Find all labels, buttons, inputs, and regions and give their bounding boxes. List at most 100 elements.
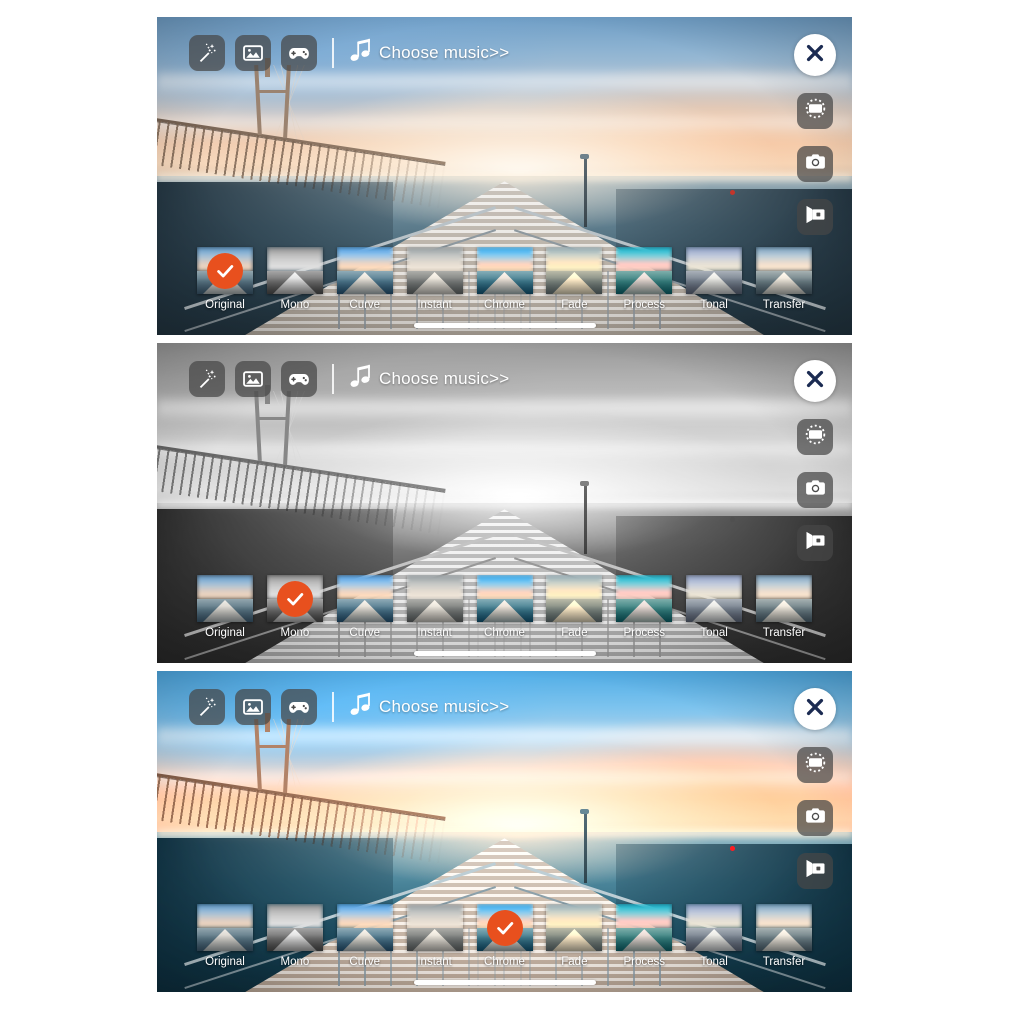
filter-thumbnail[interactable] xyxy=(616,247,673,294)
close-button[interactable] xyxy=(794,360,836,402)
filter-item-original[interactable]: Original xyxy=(195,575,255,639)
filter-item-transfer[interactable]: Transfer xyxy=(754,247,814,311)
filter-thumbnail[interactable] xyxy=(686,904,743,951)
game-button[interactable] xyxy=(281,35,317,71)
photo-icon xyxy=(242,696,264,718)
filter-strip: Original Mono Curve Instant Chrome Fade … xyxy=(195,247,814,311)
filter-item-instant[interactable]: Instant xyxy=(405,575,465,639)
filter-item-fade[interactable]: Fade xyxy=(544,904,604,968)
music-note-icon xyxy=(349,37,375,70)
filter-item-transfer[interactable]: Transfer xyxy=(754,904,814,968)
choose-music-button[interactable]: Choose music>> xyxy=(349,37,509,70)
editor-panel-original: Choose music>> Original Mono Curve Insta… xyxy=(157,17,852,335)
filter-label: Mono xyxy=(280,299,310,311)
filter-item-transfer[interactable]: Transfer xyxy=(754,575,814,639)
filter-item-chrome[interactable]: Chrome xyxy=(475,575,535,639)
filter-thumbnail[interactable] xyxy=(476,247,533,294)
filter-item-tonal[interactable]: Tonal xyxy=(684,247,744,311)
filter-thumbnail[interactable] xyxy=(266,247,323,294)
video-button[interactable] xyxy=(797,199,833,235)
close-icon xyxy=(804,368,826,395)
filter-thumbnail[interactable] xyxy=(197,575,253,622)
filter-thumbnail[interactable] xyxy=(406,247,463,294)
filter-thumbnail[interactable] xyxy=(197,904,253,951)
filter-item-instant[interactable]: Instant xyxy=(405,247,465,311)
game-button[interactable] xyxy=(281,361,317,397)
filter-label: Fade xyxy=(561,299,588,311)
filter-thumbnail[interactable] xyxy=(616,575,673,622)
filter-item-tonal[interactable]: Tonal xyxy=(684,575,744,639)
filter-thumbnail[interactable] xyxy=(616,904,673,951)
filter-item-curve[interactable]: Curve xyxy=(335,575,395,639)
filter-label: Transfer xyxy=(762,299,806,311)
toolbar-divider xyxy=(332,38,334,68)
filter-label: Fade xyxy=(561,956,588,968)
choose-music-label: Choose music>> xyxy=(379,43,510,62)
filter-thumbnail[interactable] xyxy=(266,904,323,951)
filter-thumbnail[interactable] xyxy=(476,575,533,622)
magic-wand-button[interactable] xyxy=(189,35,225,71)
choose-music-button[interactable]: Choose music>> xyxy=(349,363,509,396)
filter-item-original[interactable]: Original xyxy=(195,904,255,968)
filter-thumbnail[interactable] xyxy=(476,904,533,951)
filter-thumbnail[interactable] xyxy=(546,904,603,951)
filter-item-process[interactable]: Process xyxy=(614,904,674,968)
filter-thumbnail[interactable] xyxy=(546,575,603,622)
filter-thumbnail[interactable] xyxy=(756,247,812,294)
filter-thumbnail[interactable] xyxy=(336,575,393,622)
frame-button[interactable] xyxy=(797,747,833,783)
filter-thumbnail[interactable] xyxy=(406,904,463,951)
right-toolbar xyxy=(794,688,836,889)
choose-music-button[interactable]: Choose music>> xyxy=(349,691,509,724)
filter-thumbnail[interactable] xyxy=(756,575,812,622)
video-button[interactable] xyxy=(797,525,833,561)
game-button[interactable] xyxy=(281,689,317,725)
bridge-pylon-cross xyxy=(257,90,288,94)
magic-wand-button[interactable] xyxy=(189,361,225,397)
camera-icon xyxy=(804,804,827,832)
filter-item-fade[interactable]: Fade xyxy=(544,575,604,639)
filter-label: Process xyxy=(623,299,666,311)
photo-button[interactable] xyxy=(235,35,271,71)
camera-button[interactable] xyxy=(797,800,833,836)
filter-item-chrome[interactable]: Chrome xyxy=(475,247,535,311)
filter-item-curve[interactable]: Curve xyxy=(335,904,395,968)
filter-thumbnail[interactable] xyxy=(756,904,812,951)
filter-thumbnail[interactable] xyxy=(336,247,393,294)
filter-thumbnail[interactable] xyxy=(546,247,603,294)
filter-thumbnail[interactable] xyxy=(197,247,253,294)
photo-button[interactable] xyxy=(235,689,271,725)
camera-icon xyxy=(804,150,827,178)
video-button[interactable] xyxy=(797,853,833,889)
close-button[interactable] xyxy=(794,688,836,730)
camera-button[interactable] xyxy=(797,146,833,182)
filter-item-mono[interactable]: Mono xyxy=(265,904,325,968)
photo-button[interactable] xyxy=(235,361,271,397)
filter-thumbnail[interactable] xyxy=(266,575,323,622)
filter-item-original[interactable]: Original xyxy=(195,247,255,311)
filter-item-fade[interactable]: Fade xyxy=(544,247,604,311)
filter-thumbnail[interactable] xyxy=(686,247,743,294)
frame-button[interactable] xyxy=(797,93,833,129)
filter-item-instant[interactable]: Instant xyxy=(405,904,465,968)
filter-thumbnail[interactable] xyxy=(336,904,393,951)
filter-thumbnail[interactable] xyxy=(406,575,463,622)
editor-panel-chrome: Choose music>> Original Mono Curve Insta… xyxy=(157,671,852,992)
filter-item-mono[interactable]: Mono xyxy=(265,247,325,311)
filter-item-curve[interactable]: Curve xyxy=(335,247,395,311)
filter-item-chrome[interactable]: Chrome xyxy=(475,904,535,968)
filter-label: Original xyxy=(205,627,245,639)
choose-music-label: Choose music>> xyxy=(379,697,510,716)
filter-thumbnail[interactable] xyxy=(686,575,743,622)
filter-label: Process xyxy=(623,956,666,968)
camera-button[interactable] xyxy=(797,472,833,508)
magic-wand-button[interactable] xyxy=(189,689,225,725)
filter-item-process[interactable]: Process xyxy=(614,575,674,639)
frame-button[interactable] xyxy=(797,419,833,455)
filter-label: Mono xyxy=(280,956,310,968)
close-button[interactable] xyxy=(794,34,836,76)
filter-label: Mono xyxy=(280,627,310,639)
filter-item-tonal[interactable]: Tonal xyxy=(684,904,744,968)
filter-item-mono[interactable]: Mono xyxy=(265,575,325,639)
filter-item-process[interactable]: Process xyxy=(614,247,674,311)
